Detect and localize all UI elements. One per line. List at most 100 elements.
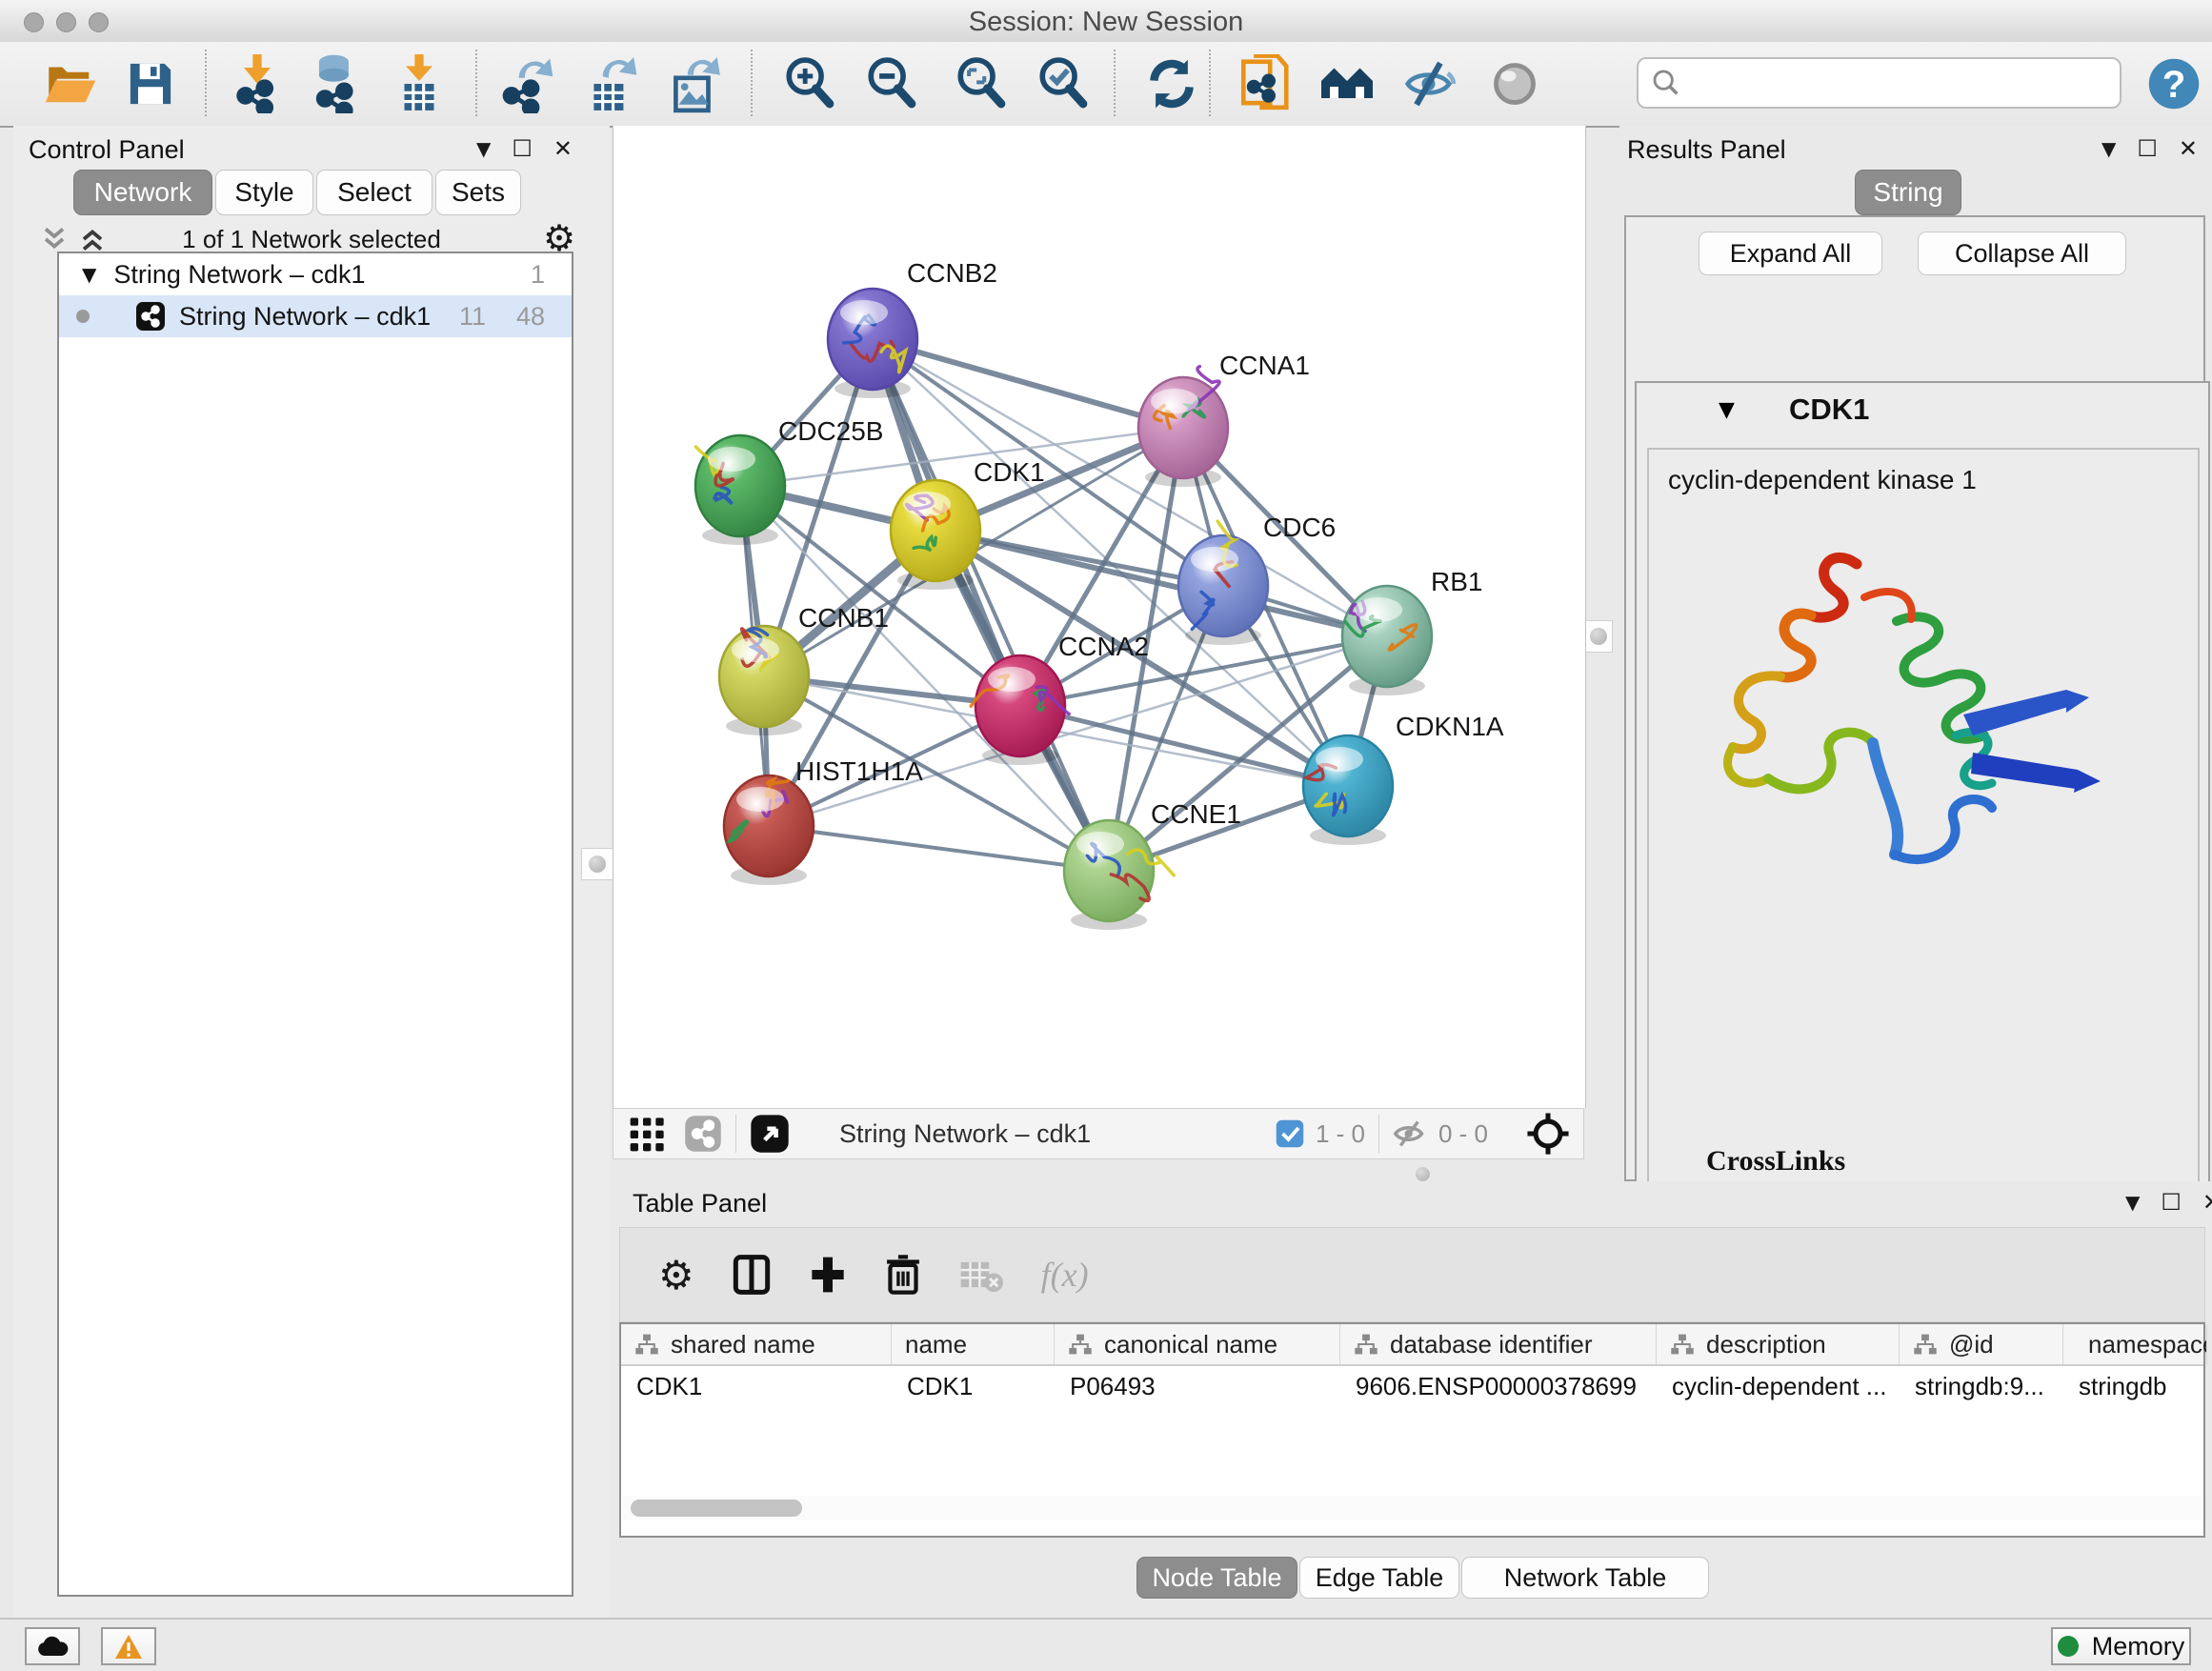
bottom-splitter-handle[interactable] (1408, 1164, 1437, 1183)
network-row-label: String Network – cdk1 (179, 302, 431, 332)
network-node-RB1[interactable]: RB1 (1342, 567, 1482, 695)
collapse-all-button[interactable]: Collapse All (1918, 232, 2126, 275)
column-type-icon (1913, 1333, 1938, 1356)
column-header--id[interactable]: @id (1900, 1324, 2063, 1364)
network-row[interactable]: String Network – cdk1 11 48 (59, 295, 572, 337)
share-document-button[interactable] (1236, 55, 1293, 112)
zoom-out-icon (865, 56, 918, 111)
save-session-button[interactable] (122, 55, 179, 112)
column-header-database-identifier[interactable]: database identifier (1340, 1324, 1657, 1364)
zoom-selected-button[interactable] (1035, 55, 1092, 112)
tab-edge-table[interactable]: Edge Table (1299, 1557, 1459, 1599)
zoom-in-button[interactable] (781, 55, 838, 112)
string-badge-gray-icon[interactable] (684, 1115, 722, 1153)
column-header-canonical-name[interactable]: canonical name (1055, 1324, 1340, 1364)
show-columns-icon[interactable] (733, 1254, 771, 1296)
tab-sets[interactable]: Sets (435, 170, 521, 215)
import-table-button[interactable] (391, 55, 448, 112)
table-cell[interactable]: P06493 (1055, 1366, 1340, 1406)
table-options-gear-icon[interactable]: ⚙ (658, 1252, 694, 1299)
network-edge-CCNB2-CCNE1[interactable] (873, 339, 1109, 871)
collection-collapser-icon[interactable]: ▼ (82, 263, 96, 286)
export-network-button[interactable] (499, 55, 556, 112)
table-cell[interactable]: CDK1 (892, 1366, 1055, 1406)
results-close-icon[interactable]: ✕ (2179, 137, 2198, 160)
homes-button[interactable] (1318, 55, 1376, 112)
protein-collapser-icon[interactable]: ▼ (1719, 398, 1735, 422)
tab-style[interactable]: Style (215, 170, 313, 215)
results-float-icon[interactable]: ▼ (2101, 137, 2116, 160)
export-image-button[interactable] (665, 55, 722, 112)
column-header-label: description (1706, 1330, 1826, 1359)
panel-close-icon[interactable]: ✕ (553, 137, 573, 160)
refresh-button[interactable] (1143, 55, 1200, 112)
hide-panel-eye-button[interactable] (1401, 55, 1458, 112)
warnings-button[interactable] (101, 1627, 156, 1665)
table-row[interactable]: CDK1CDK1P064939606.ENSP00000378699cyclin… (621, 1366, 2203, 1406)
table-cell[interactable]: cyclin-dependent ... (1657, 1366, 1900, 1406)
column-header-shared-name[interactable]: shared name (621, 1324, 892, 1364)
table-cell[interactable]: stringdb (2063, 1366, 2207, 1406)
add-column-icon[interactable] (809, 1254, 847, 1296)
table-cell[interactable]: 9606.ENSP00000378699 (1340, 1366, 1657, 1406)
warning-icon (114, 1634, 143, 1660)
column-header-name[interactable]: name (892, 1324, 1055, 1364)
tab-string[interactable]: String (1855, 170, 1961, 215)
tab-network[interactable]: Network (73, 170, 212, 215)
table-cell[interactable]: stringdb:9... (1900, 1366, 2063, 1406)
birdseye-grid-icon[interactable] (629, 1115, 667, 1153)
node-label-CCNB2: CCNB2 (907, 258, 997, 288)
network-node-CDC6[interactable]: CDC6 (1178, 513, 1336, 645)
network-node-CCNB1[interactable]: CCNB1 (719, 603, 889, 735)
import-network-file-button[interactable] (229, 55, 286, 112)
show-eye-button[interactable] (1486, 55, 1543, 112)
zoom-out-button[interactable] (863, 55, 920, 112)
search-box (1637, 57, 2122, 109)
left-splitter-handle[interactable] (581, 848, 613, 880)
network-node-CCNE1[interactable]: CCNE1 (1064, 799, 1241, 930)
node-label-CCNB1: CCNB1 (798, 603, 889, 633)
current-network-dot (76, 310, 90, 323)
network-node-HIST1H1A[interactable]: HIST1H1A (724, 756, 923, 885)
expand-all-button[interactable]: Expand All (1699, 232, 1882, 275)
node-label-CDKN1A: CDKN1A (1396, 712, 1504, 741)
table-cell[interactable]: CDK1 (621, 1366, 892, 1406)
network-edge-CCNA2-CDKN1A[interactable] (1020, 706, 1348, 786)
table-maximize-icon[interactable]: ☐ (2161, 1191, 2182, 1214)
results-maximize-icon[interactable]: ☐ (2137, 137, 2158, 160)
delete-column-icon[interactable] (885, 1254, 921, 1296)
protein-description: cyclin-dependent kinase 1 (1668, 465, 1977, 495)
network-canvas[interactable]: CCNB2CCNA1CDC25BCDK1CDC6RB1CCNB1CCNA2CDK… (613, 126, 1586, 1108)
help-icon: ? (2147, 57, 2201, 111)
search-input[interactable] (1690, 63, 2120, 103)
tab-node-table[interactable]: Node Table (1136, 1557, 1297, 1599)
network-view-toolbar: String Network – cdk1 1 - 0 0 - 0 (613, 1108, 1584, 1159)
scrollbar-thumb[interactable] (631, 1500, 802, 1517)
panel-float-icon[interactable]: ▼ (476, 137, 491, 160)
help-button[interactable]: ? (2145, 55, 2202, 112)
tab-select[interactable]: Select (316, 170, 432, 215)
column-header-description[interactable]: description (1657, 1324, 1900, 1364)
table-close-icon[interactable]: ✕ (2202, 1191, 2212, 1214)
export-table-button[interactable] (583, 55, 640, 112)
open-in-new-window-icon[interactable] (750, 1114, 790, 1154)
right-splitter-handle[interactable] (1584, 620, 1613, 653)
network-collection-row[interactable]: ▼ String Network – cdk1 1 (59, 253, 572, 295)
open-session-button[interactable] (42, 55, 99, 112)
fit-crosshair-icon[interactable] (1526, 1112, 1570, 1156)
cloud-status-button[interactable] (25, 1627, 80, 1665)
table-horizontal-scrollbar[interactable] (623, 1496, 2202, 1520)
hidden-eye-slash-icon[interactable] (1393, 1119, 1427, 1148)
column-header-namespace[interactable]: namespace (2063, 1324, 2207, 1364)
network-edge-HIST1H1A-CCNE1[interactable] (769, 826, 1109, 871)
column-header-label: canonical name (1104, 1330, 1277, 1359)
selected-checkbox-icon[interactable] (1276, 1119, 1304, 1148)
tab-network-table[interactable]: Network Table (1461, 1557, 1709, 1599)
network-node-CDKN1A[interactable]: CDKN1A (1303, 712, 1504, 845)
import-network-database-button[interactable] (307, 55, 364, 112)
panel-maximize-icon[interactable]: ☐ (512, 137, 533, 160)
memory-button[interactable]: Memory (2051, 1627, 2191, 1665)
table-float-icon[interactable]: ▼ (2125, 1191, 2140, 1214)
zoom-fit-button[interactable] (953, 55, 1010, 112)
function-builder-icon: f(x) (1041, 1255, 1089, 1295)
